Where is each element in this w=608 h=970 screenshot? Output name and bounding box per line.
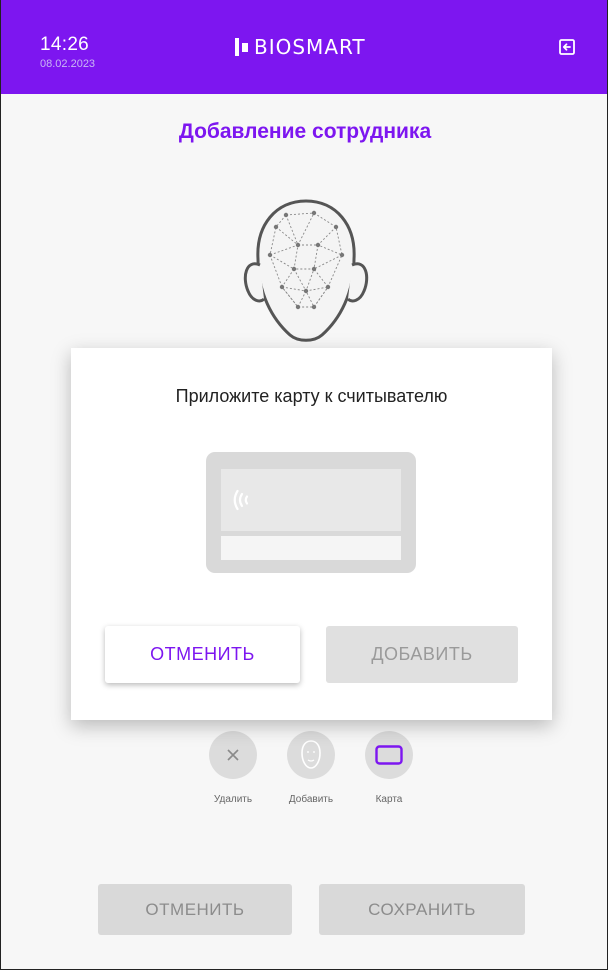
- card-button[interactable]: [365, 731, 413, 779]
- app-screen: 14:26 08.02.2023 BIOSMART Добавление сот…: [0, 0, 608, 970]
- clock-date: 08.02.2023: [40, 58, 96, 70]
- card-dialog: Приложите карту к считывателю ОТМЕНИТЬ Д…: [71, 348, 552, 720]
- dialog-add-button[interactable]: ДОБАВИТЬ: [326, 626, 518, 683]
- save-button[interactable]: СОХРАНИТЬ: [319, 884, 525, 935]
- cancel-button[interactable]: ОТМЕНИТЬ: [98, 884, 292, 935]
- card-stripe: [221, 536, 401, 560]
- card-face: [221, 469, 401, 531]
- card-icon: [375, 745, 403, 765]
- add-face-button[interactable]: [287, 731, 335, 779]
- close-icon: [227, 749, 239, 761]
- header-bar: 14:26 08.02.2023 BIOSMART: [1, 0, 607, 94]
- clock-time: 14:26: [40, 34, 90, 55]
- nfc-card-icon: [206, 452, 416, 573]
- logo-text: BIOSMART: [254, 35, 366, 59]
- exit-icon[interactable]: [558, 38, 576, 56]
- delete-label: Удалить: [213, 794, 253, 805]
- identifier-row: Удалить Добавить Карта: [1, 731, 607, 811]
- card-label: Карта: [375, 794, 403, 805]
- dialog-cancel-button[interactable]: ОТМЕНИТЬ: [105, 626, 300, 683]
- face-icon: [301, 740, 321, 769]
- nfc-icon: [233, 489, 249, 511]
- logo: BIOSMART: [235, 33, 366, 61]
- page-title: Добавление сотрудника: [178, 120, 432, 143]
- face-scan-icon: [236, 195, 376, 355]
- delete-button[interactable]: [209, 731, 257, 779]
- add-face-label: Добавить: [288, 794, 334, 805]
- dialog-message: Приложите карту к считывателю: [175, 386, 448, 406]
- logo-mark-icon: [235, 38, 248, 56]
